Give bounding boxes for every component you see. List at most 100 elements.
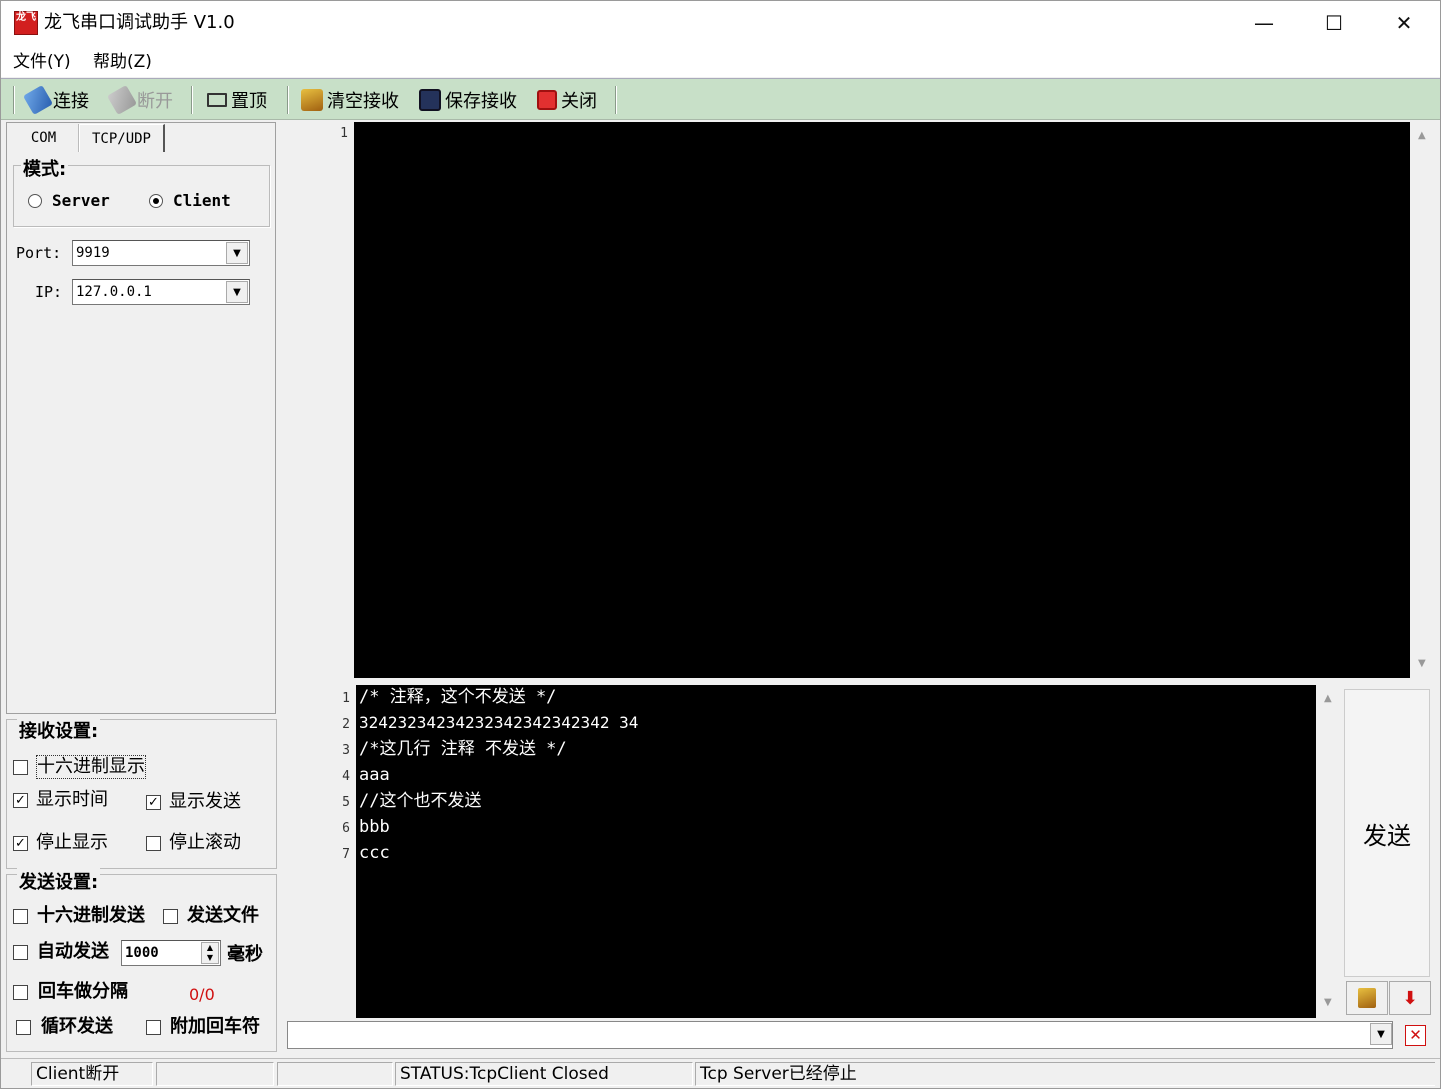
clear-receive-label: 清空接收 [327, 91, 399, 112]
ip-combobox[interactable]: 127.0.0.1 [72, 279, 250, 305]
radio-client[interactable] [149, 193, 163, 208]
auto-send-checkbox[interactable]: 自动发送 [13, 941, 109, 963]
menu-bar: 文件(Y) 帮助(Z) [1, 45, 1440, 77]
mode-group-title: 模式: [21, 155, 69, 181]
send-line-number: 5 [342, 795, 350, 810]
app-window: 龙飞 龙飞串口调试助手 V1.0 — ☐ ✕ 文件(Y) 帮助(Z) 连接 断开… [0, 0, 1441, 1089]
scroll-up-icon[interactable]: ▲ [1418, 130, 1426, 141]
toolbar-separator [191, 86, 193, 114]
append-newline-check-box[interactable] [146, 1019, 161, 1035]
server-label: Server [52, 191, 110, 210]
close-window-button[interactable]: ✕ [1369, 1, 1439, 45]
send-text-line: /* 注释，这个不发送 */ [359, 687, 557, 707]
title-bar[interactable]: 龙飞 龙飞串口调试助手 V1.0 — ☐ ✕ [1, 1, 1440, 45]
send-text-area[interactable]: /* 注释，这个不发送 */ 3242323423423234234234234… [356, 685, 1316, 1018]
show-send-check-box[interactable]: ✓ [146, 794, 161, 810]
toolbar-separator [615, 86, 617, 114]
receive-scrollbar[interactable]: ▲ ▼ [1411, 122, 1437, 678]
status-blank [156, 1062, 274, 1086]
send-text-line: aaa [359, 765, 390, 785]
maximize-button[interactable]: ☐ [1299, 1, 1369, 45]
radio-server[interactable] [28, 193, 42, 208]
newline-split-checkbox[interactable]: 回车做分隔 [13, 981, 128, 1003]
scroll-to-bottom-button[interactable]: ⬇ [1389, 981, 1431, 1015]
hex-display-checkbox[interactable]: 十六进制显示 [13, 755, 146, 779]
ip-label: IP: [35, 283, 63, 301]
send-button[interactable]: 发送 [1344, 689, 1430, 977]
down-arrow-icon: ⬇ [1402, 987, 1418, 1009]
mode-client-radio[interactable]: Client [149, 191, 231, 210]
pin-icon [207, 93, 227, 107]
stop-display-check-box[interactable]: ✓ [13, 835, 28, 851]
ip-dropdown-arrow-icon[interactable]: ▼ [226, 281, 248, 303]
hex-send-checkbox[interactable]: 十六进制发送 [13, 905, 145, 927]
floppy-disk-icon [419, 89, 441, 111]
receive-text-area[interactable] [354, 122, 1410, 678]
close-connection-button[interactable]: 关闭 [537, 87, 597, 113]
hex-send-check-box[interactable] [13, 908, 28, 924]
send-history-combobox[interactable] [287, 1021, 1393, 1049]
send-text-line: 32423234234232342342342342 34 [359, 713, 639, 732]
append-newline-checkbox[interactable]: 附加回车符 [146, 1016, 260, 1038]
connect-button[interactable]: 连接 [22, 84, 89, 116]
ip-value: 127.0.0.1 [76, 284, 152, 300]
minimize-button[interactable]: — [1229, 1, 1299, 45]
disconnect-button[interactable]: 断开 [106, 84, 173, 116]
clear-input-icon[interactable]: ✕ [1405, 1025, 1426, 1046]
send-line-gutter: 1 2 3 4 5 6 7 [282, 685, 356, 1018]
tab-tcp-udp[interactable]: TCP/UDP [79, 124, 165, 152]
send-file-check-box[interactable] [163, 908, 178, 924]
pin-top-button[interactable]: 置顶 [207, 87, 267, 113]
loop-send-check-box[interactable] [16, 1019, 31, 1035]
send-line-number: 7 [342, 847, 350, 862]
hex-send-label: 十六进制发送 [37, 905, 145, 926]
menu-help[interactable]: 帮助(Z) [93, 51, 152, 73]
mode-server-radio[interactable]: Server [28, 191, 110, 210]
send-history-dropdown-icon[interactable]: ▼ [1370, 1023, 1392, 1045]
send-line-number: 6 [342, 821, 350, 836]
interval-value: 1000 [125, 945, 159, 961]
send-scrollbar[interactable]: ▲ ▼ [1317, 685, 1343, 1018]
stop-scroll-label: 停止滚动 [169, 832, 241, 853]
send-text-line: /*这几行 注释 不发送 */ [359, 739, 567, 759]
status-client: Client断开 [31, 1062, 153, 1086]
save-receive-button[interactable]: 保存接收 [419, 87, 517, 113]
show-send-label: 显示发送 [169, 791, 241, 812]
unplug-icon [106, 84, 138, 116]
stop-display-checkbox[interactable]: ✓ 停止显示 [13, 832, 108, 854]
port-dropdown-arrow-icon[interactable]: ▼ [226, 242, 248, 264]
scroll-down-icon[interactable]: ▼ [1418, 658, 1426, 669]
scroll-up-icon[interactable]: ▲ [1324, 693, 1332, 704]
status-connection-state: STATUS:TcpClient Closed [395, 1062, 693, 1086]
status-server: Tcp Server已经停止 [695, 1062, 1435, 1086]
port-value: 9919 [76, 245, 110, 261]
stop-scroll-check-box[interactable] [146, 835, 161, 851]
clear-receive-button[interactable]: 清空接收 [301, 87, 399, 113]
send-text-line: bbb [359, 817, 390, 837]
port-combobox[interactable]: 9919 [72, 240, 250, 266]
newline-split-check-box[interactable] [13, 984, 28, 1000]
receive-line-gutter: 1 [282, 122, 354, 678]
status-blank [277, 1062, 393, 1086]
menu-file[interactable]: 文件(Y) [13, 51, 71, 73]
disconnect-label: 断开 [137, 91, 173, 112]
newline-split-label: 回车做分隔 [38, 981, 128, 1002]
status-bar: Client断开 STATUS:TcpClient Closed Tcp Ser… [1, 1058, 1440, 1088]
loop-send-checkbox[interactable]: 循环发送 [16, 1016, 113, 1038]
send-file-label: 发送文件 [187, 905, 259, 926]
tab-com[interactable]: COM [9, 124, 79, 152]
send-file-checkbox[interactable]: 发送文件 [163, 905, 259, 927]
auto-send-check-box[interactable] [13, 944, 28, 960]
show-send-checkbox[interactable]: ✓ 显示发送 [146, 791, 241, 813]
interval-spinner-icon[interactable]: ▲ ▼ [201, 942, 219, 964]
hex-display-check-box[interactable] [13, 759, 28, 775]
hex-display-label: 十六进制显示 [36, 755, 146, 779]
close-connection-label: 关闭 [561, 91, 597, 112]
stop-scroll-checkbox[interactable]: 停止滚动 [146, 832, 241, 854]
scroll-down-icon[interactable]: ▼ [1324, 997, 1332, 1008]
client-label: Client [173, 191, 231, 210]
show-time-checkbox[interactable]: ✓ 显示时间 [13, 789, 108, 811]
show-time-check-box[interactable]: ✓ [13, 792, 28, 808]
toolbar: 连接 断开 置顶 清空接收 保存接收 关闭 [1, 78, 1440, 120]
clear-send-button[interactable] [1346, 981, 1388, 1015]
